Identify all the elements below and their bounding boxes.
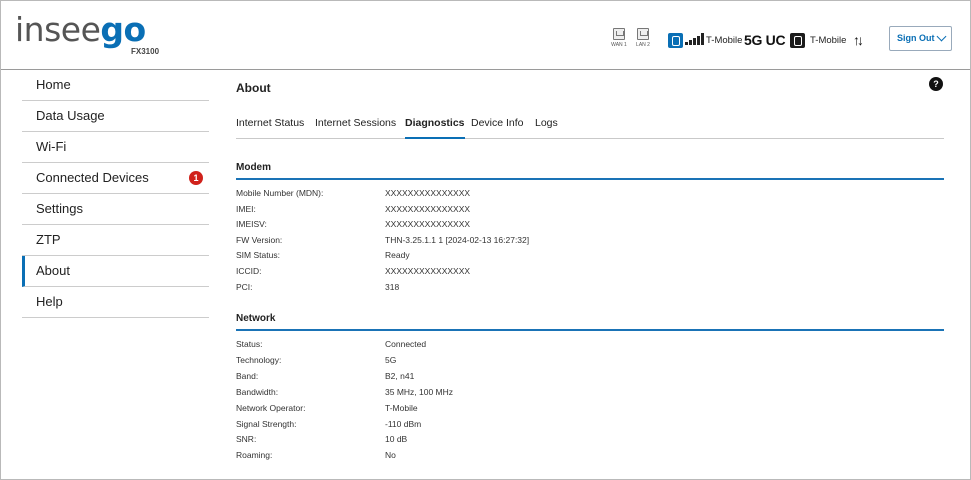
detail-value: -110 dBm [385,418,422,429]
ethernet-port-icon [613,28,625,40]
detail-row: PCI: 318 [236,282,944,294]
detail-value: 10 dB [385,434,408,445]
sim-card-icon [668,33,683,48]
detail-value: XXXXXXXXXXXXXXX [385,188,471,198]
sidebar-item-label: Data Usage [36,108,105,123]
detail-value: T-Mobile [385,402,418,413]
detail-key: FW Version: [236,234,283,245]
sidebar-item-label: About [36,263,70,278]
sidebar-item-settings[interactable]: Settings [22,194,209,225]
modem-section-title: Modem [236,162,944,180]
detail-value: XXXXXXXXXXXXXXX [385,203,471,214]
detail-key: SIM Status: [236,250,280,261]
detail-row: Technology: 5G [236,355,944,367]
top-header: inseego FX3100 WAN 1 LAN 2 T-Mobile 5G U… [1,1,970,70]
detail-key: Technology: [236,354,282,365]
tab-device-info[interactable]: Device Info [471,117,524,139]
wan1-port: WAN 1 [609,28,629,48]
sidebar-item-label: Home [36,77,71,92]
detail-row: Status: Connected [236,339,944,351]
detail-key: ICCID: [236,266,262,276]
detail-row: FW Version: THN-3.25.1.1 1 [2024-02-13 16… [236,235,944,247]
detail-value: B2, n41 [385,370,415,381]
detail-value: 5G [385,354,397,365]
logo-text-part2: go [100,10,146,49]
detail-key: Status: [236,339,263,349]
sidebar-item-label: Connected Devices [36,170,149,185]
detail-value: XXXXXXXXXXXXXXX [385,219,471,230]
detail-key: Mobile Number (MDN): [236,188,324,198]
sidebar-item-about[interactable]: About [22,256,209,287]
sidebar-item-data-usage[interactable]: Data Usage [22,101,209,132]
detail-row: SIM Status: Ready [236,250,944,262]
chevron-down-icon [936,31,947,42]
device-model: FX3100 [131,47,160,56]
detail-key: IMEI: [236,203,256,214]
detail-value: 35 MHz, 100 MHz [385,386,454,397]
detail-row: Roaming: No [236,450,944,462]
data-transfer-icon: ↑↓ [853,32,864,48]
detail-key: PCI: [236,281,253,292]
inseego-logo[interactable]: inseego [15,10,146,50]
help-icon[interactable]: ? [929,77,943,91]
detail-row: Band: B2, n41 [236,371,944,383]
detail-key: Bandwidth: [236,386,279,397]
logo-text-part1: insee [15,10,101,49]
sidebar-item-help[interactable]: Help [22,287,209,318]
detail-value: 318 [385,281,400,292]
sidebar-nav: Home Data Usage Wi-Fi Connected Devices … [22,70,209,318]
signal-bars-icon [685,33,704,45]
sign-out-button[interactable]: Sign Out [889,26,952,51]
sidebar-item-label: Wi-Fi [36,139,67,154]
detail-row: Mobile Number (MDN): XXXXXXXXXXXXXXX [236,188,944,200]
sidebar-item-label: ZTP [36,232,61,247]
detail-key: Band: [236,370,259,381]
tab-diagnostics[interactable]: Diagnostics [405,117,465,139]
network-section-title: Network [236,313,944,331]
detail-value: XXXXXXXXXXXXXXX [385,266,471,276]
detail-row: Bandwidth: 35 MHz, 100 MHz [236,387,944,399]
detail-value: Ready [385,250,410,261]
detail-row: Network Operator: T-Mobile [236,403,944,415]
detail-value: No [385,450,396,461]
sign-out-label: Sign Out [897,33,935,43]
detail-row: IMEISV: XXXXXXXXXXXXXXX [236,219,944,231]
tab-internet-status[interactable]: Internet Status [236,117,304,139]
port-label: WAN 1 [611,42,627,48]
sidebar-item-wifi[interactable]: Wi-Fi [22,132,209,163]
carrier-name-secondary: T-Mobile [810,35,847,46]
detail-row: SNR: 10 dB [236,434,944,446]
sidebar-item-label: Settings [36,201,83,216]
sim-card-icon [790,33,805,48]
sidebar-item-home[interactable]: Home [22,70,209,101]
port-label: LAN 2 [636,42,650,48]
page-title: About [236,81,271,95]
tab-logs[interactable]: Logs [535,117,558,139]
detail-row: IMEI: XXXXXXXXXXXXXXX [236,204,944,216]
detail-value: Connected [385,339,427,349]
detail-row: ICCID: XXXXXXXXXXXXXXX [236,266,944,278]
notification-badge: 1 [189,171,203,185]
detail-value: THN-3.25.1.1 1 [2024-02-13 16:27:32] [385,234,530,245]
detail-key: Roaming: [236,450,273,461]
detail-key: Network Operator: [236,402,306,413]
sidebar-item-ztp[interactable]: ZTP [22,225,209,256]
sidebar-item-label: Help [36,294,63,309]
detail-key: IMEISV: [236,219,267,230]
detail-row: Signal Strength: -110 dBm [236,419,944,431]
ethernet-port-icon [637,28,649,40]
detail-key: SNR: [236,434,257,445]
tab-bar: Internet Status Internet Sessions Diagno… [236,115,944,139]
tab-internet-sessions[interactable]: Internet Sessions [315,117,396,139]
network-type: 5G UC [744,32,786,48]
detail-key: Signal Strength: [236,418,297,429]
carrier-name: T-Mobile [706,35,743,46]
sidebar-item-connected-devices[interactable]: Connected Devices 1 [22,163,209,194]
lan2-port: LAN 2 [633,28,653,48]
